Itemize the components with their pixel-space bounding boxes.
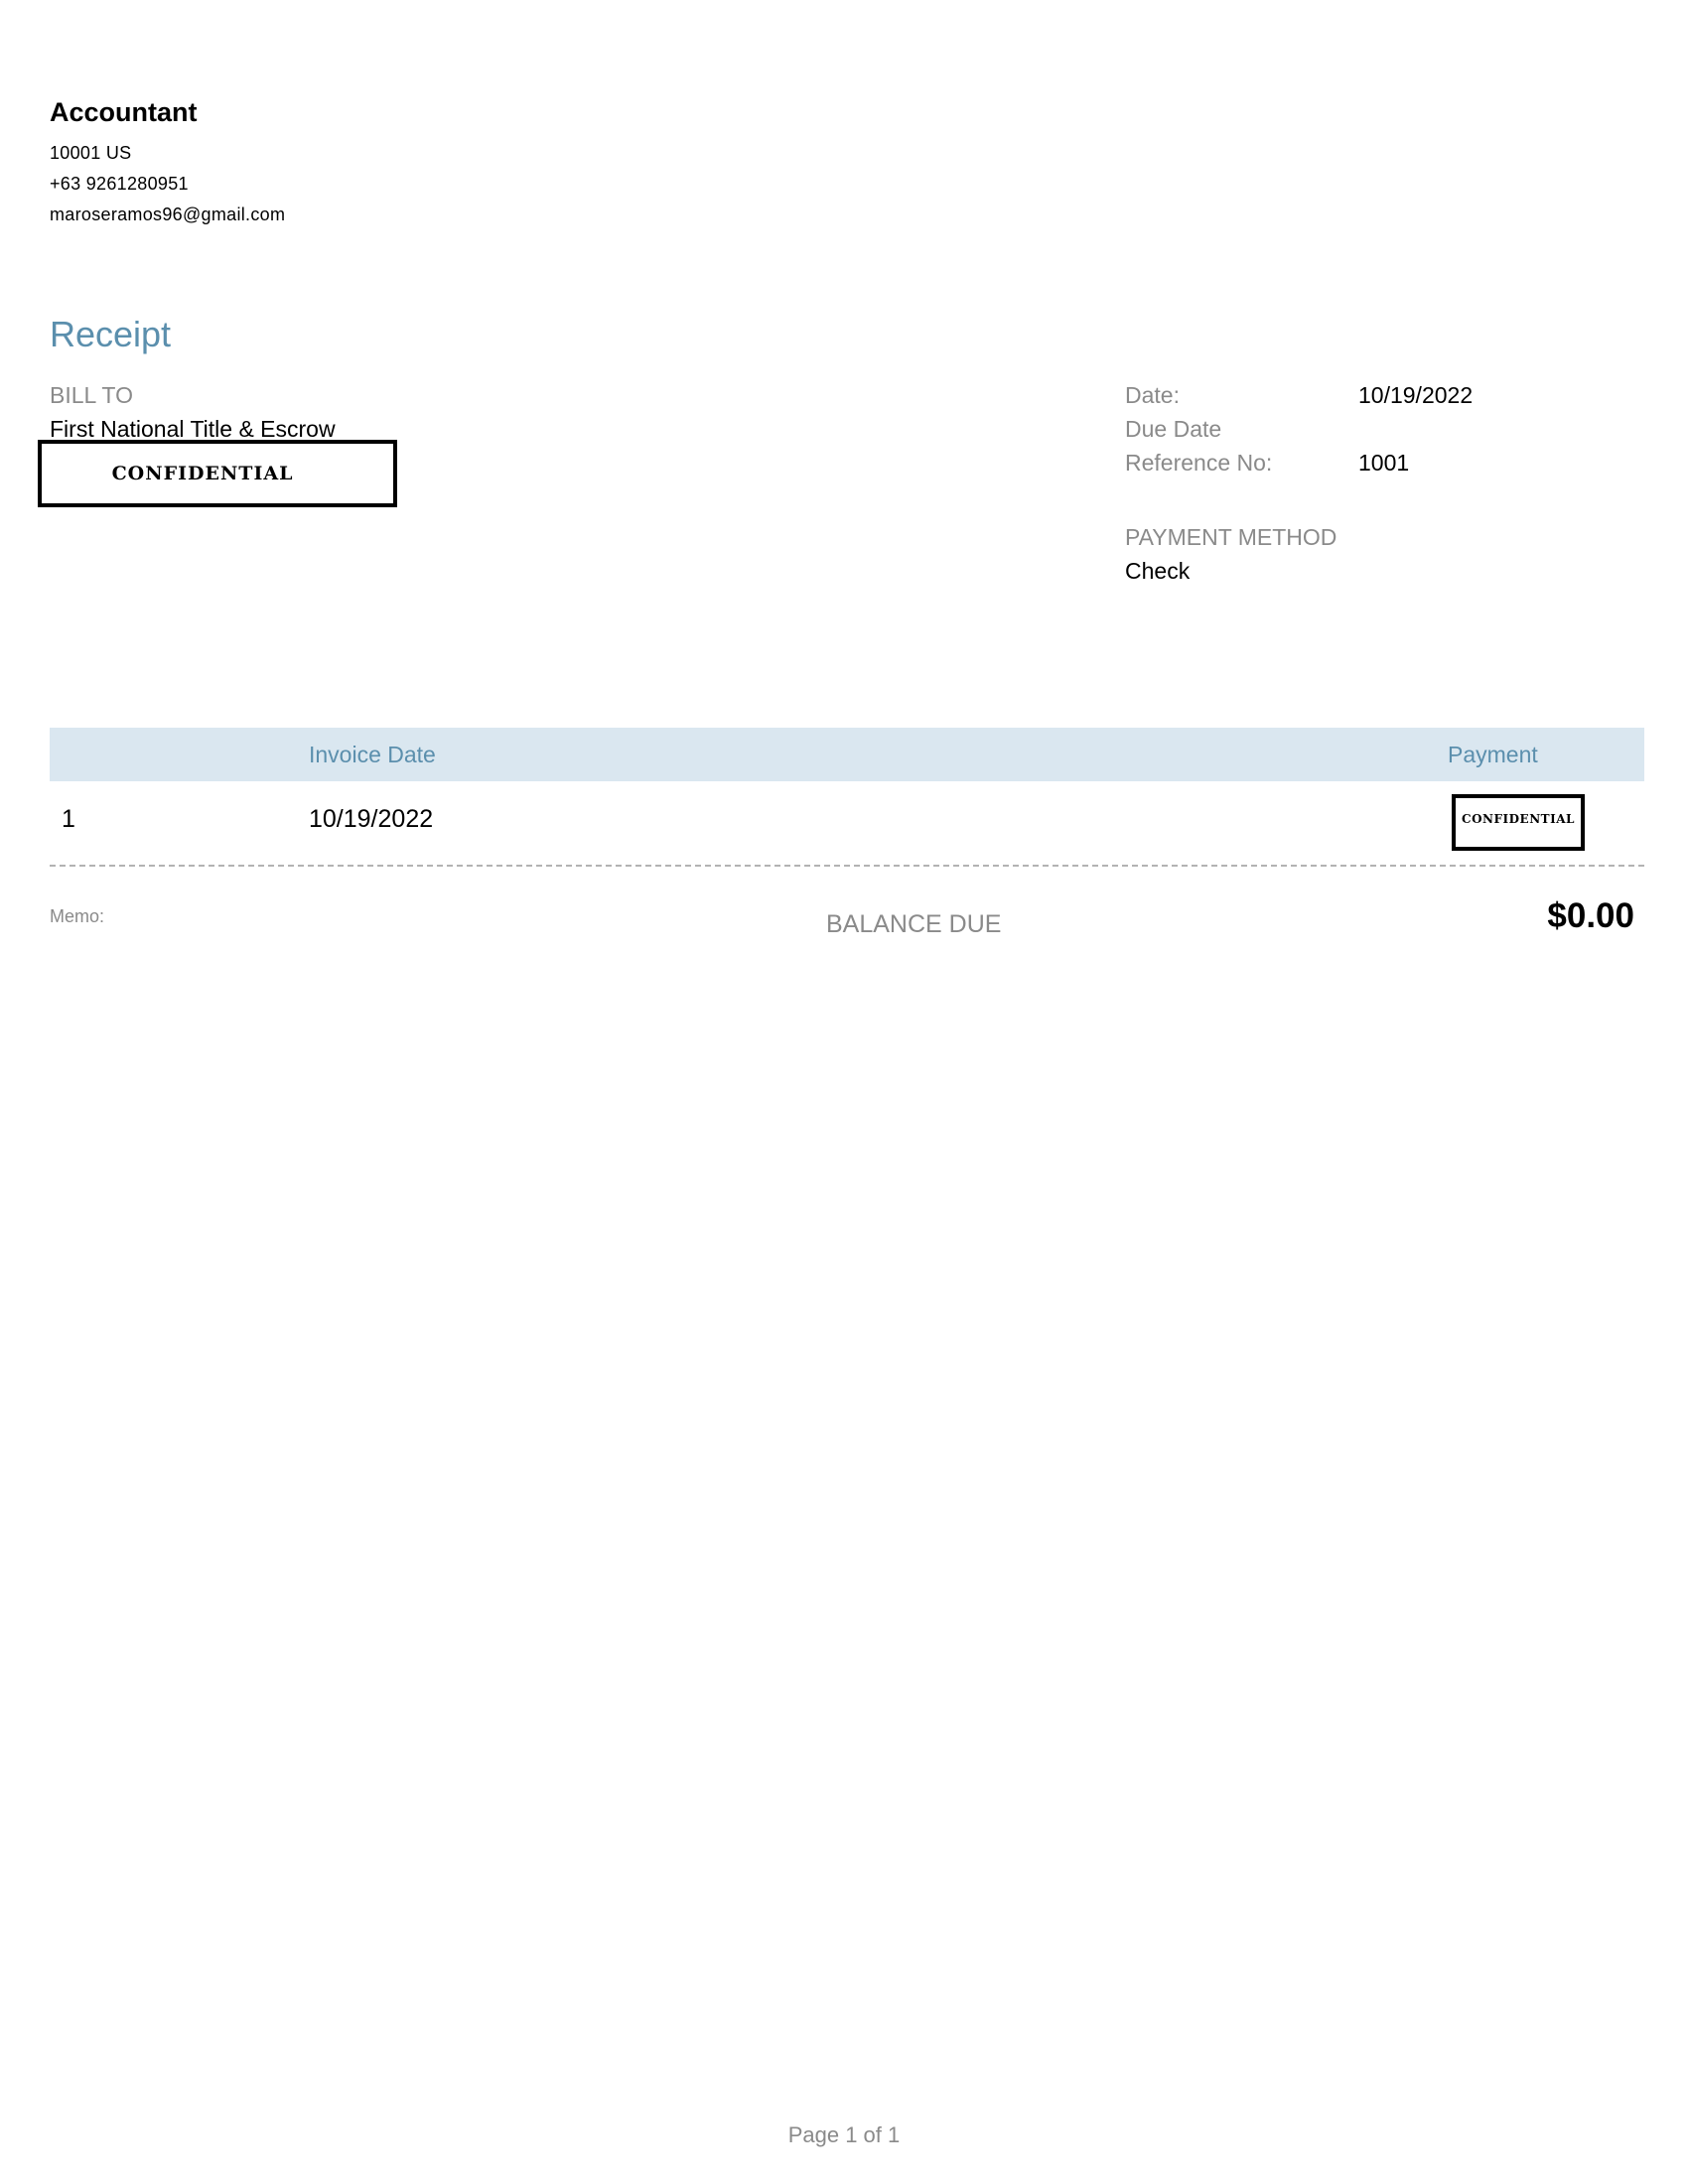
company-email: maroseramos96@gmail.com <box>50 205 286 224</box>
reference-label: Reference No: <box>1125 450 1273 476</box>
payment-confidential-stamp: CONFIDENTIAL <box>1452 794 1585 851</box>
column-header-payment: Payment <box>1448 742 1538 767</box>
column-header-invoice-date: Invoice Date <box>309 742 436 767</box>
balance-due-value: $0.00 <box>1547 896 1634 935</box>
bill-to-label: BILL TO <box>50 382 133 408</box>
payment-method-label: PAYMENT METHOD <box>1125 524 1337 550</box>
company-name: Accountant <box>50 97 198 127</box>
page-number: Page 1 of 1 <box>787 2122 901 2147</box>
bill-to-name: First National Title & Escrow <box>50 416 336 442</box>
balance-due-label: BALANCE DUE <box>826 910 1002 938</box>
table-header: Invoice Date Payment <box>50 728 1644 781</box>
document-title: Receipt <box>50 314 172 354</box>
company-phone: +63 9261280951 <box>50 174 189 194</box>
company-address: 10001 US <box>50 143 132 163</box>
reference-value: 1001 <box>1358 450 1410 476</box>
date-label: Date: <box>1125 382 1180 408</box>
due-date-label: Due Date <box>1125 416 1222 442</box>
confidential-redaction-stamp: CONFIDENTIAL <box>38 440 397 507</box>
payment-method-value: Check <box>1125 558 1191 584</box>
row-invoice-date: 10/19/2022 <box>309 805 434 833</box>
table-divider <box>50 865 1644 867</box>
row-number: 1 <box>62 805 75 833</box>
memo-label: Memo: <box>50 906 105 926</box>
date-value: 10/19/2022 <box>1358 382 1474 408</box>
